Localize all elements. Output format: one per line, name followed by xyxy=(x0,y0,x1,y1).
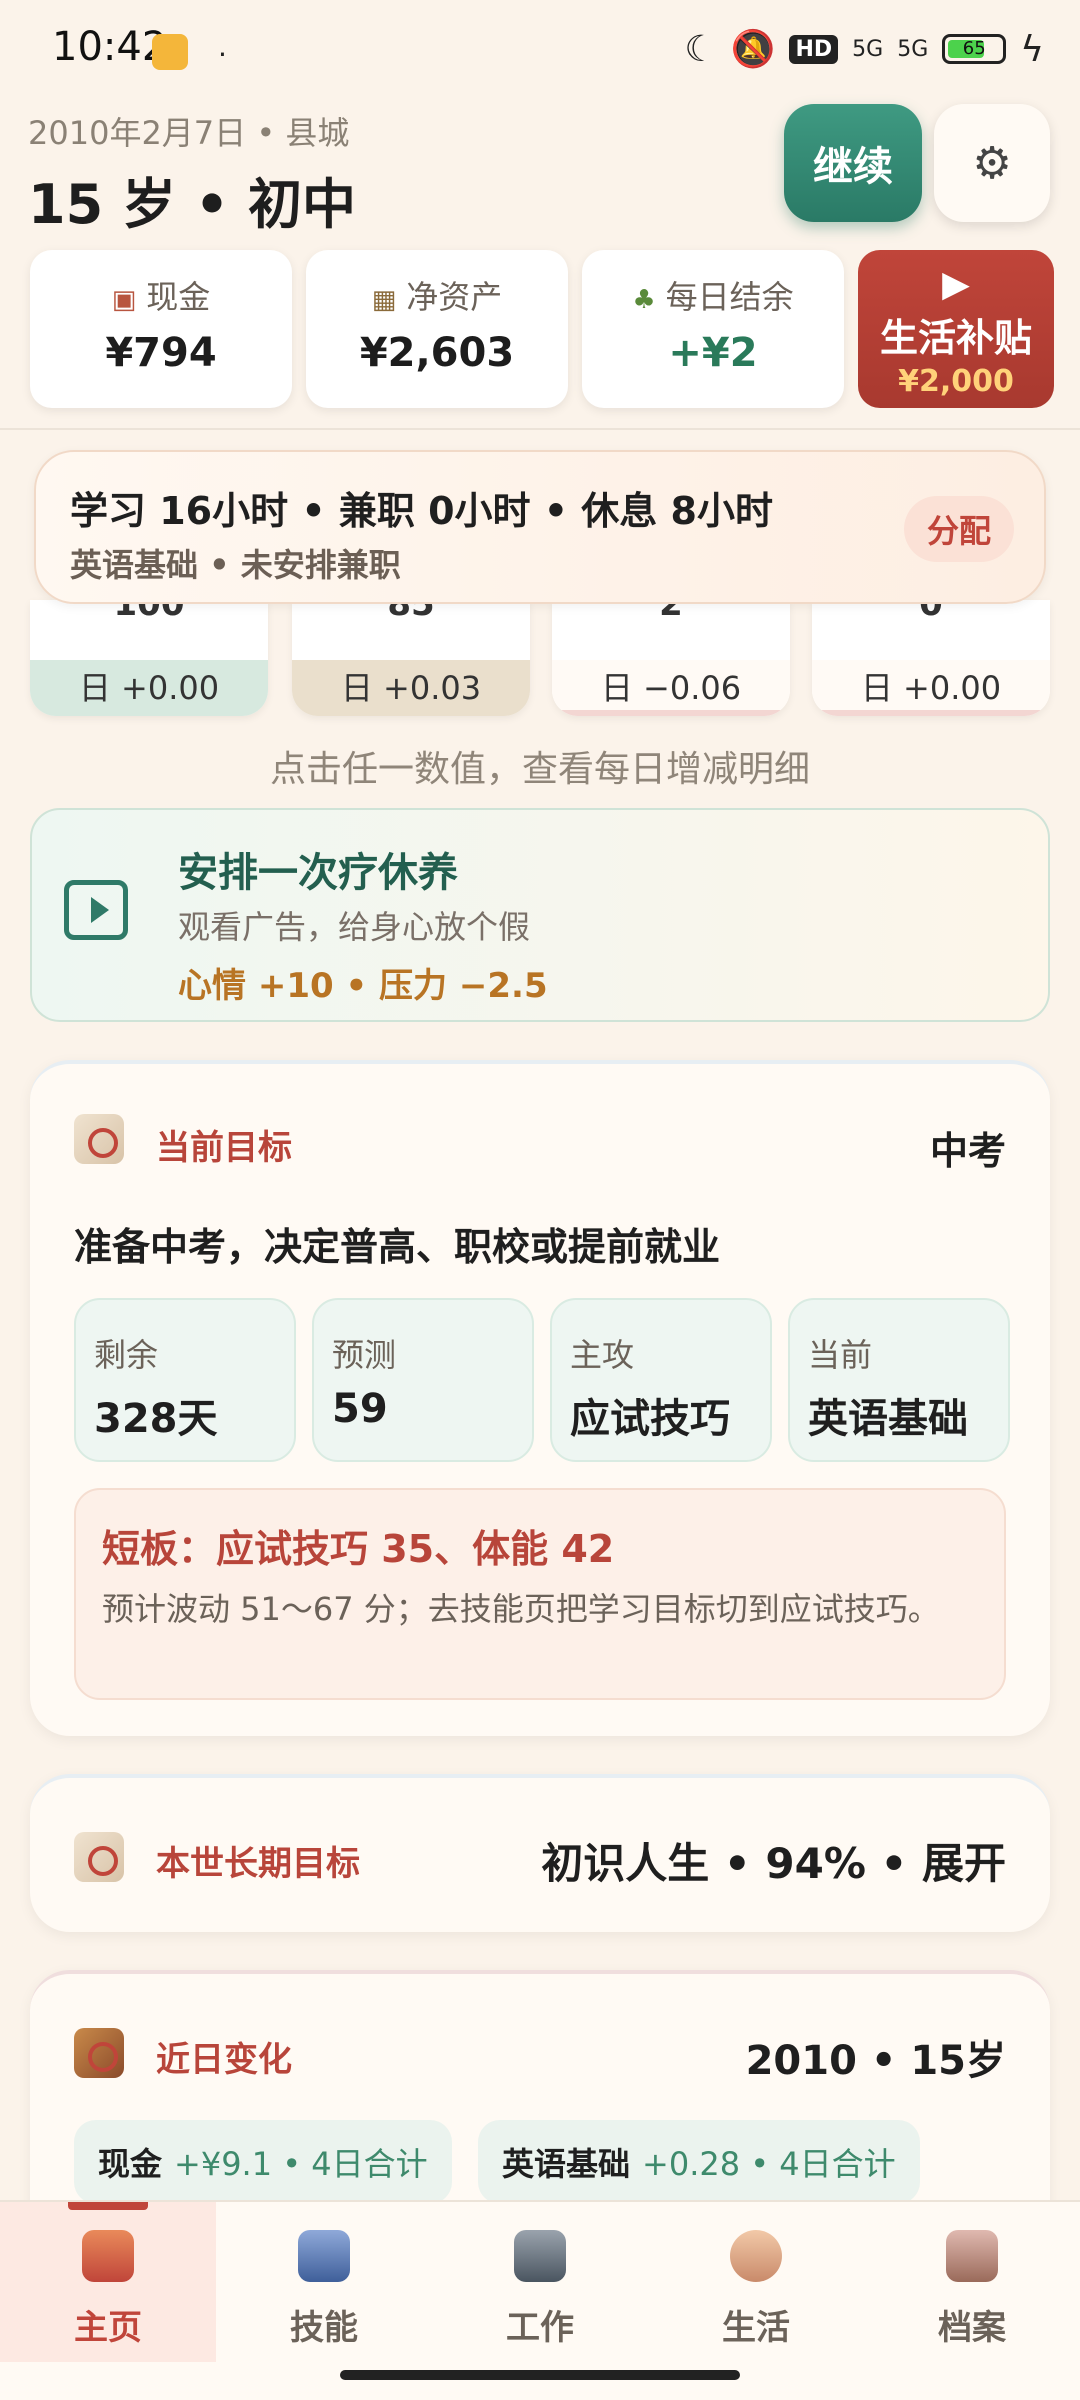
header-divider xyxy=(0,428,1080,430)
nav-skills[interactable]: 技能 xyxy=(216,2202,432,2362)
status-bar: 10:42 · ☾ 🔕 HD 5G 5G 65 ϟ xyxy=(0,0,1080,100)
archive-icon xyxy=(946,2230,998,2282)
gesture-home-bar[interactable] xyxy=(340,2370,740,2380)
stat-tile[interactable]: 2 日 −0.06 xyxy=(552,600,790,716)
rest-vacation-card[interactable]: 安排一次疗休养 观看广告，给身心放个假 心情 +10 • 压力 −2.5 xyxy=(30,808,1050,1022)
weakness-text: 预计波动 51～67 分；去技能页把学习目标切到应试技巧。 xyxy=(102,1590,940,1628)
briefcase-icon xyxy=(514,2230,566,2282)
home-icon xyxy=(82,2230,134,2282)
long-term-goal-label: 本世长期目标 xyxy=(156,1844,360,1884)
goal-exam: 中考 xyxy=(929,1129,1006,1173)
stats-hint: 点击任一数值，查看每日增减明细 xyxy=(269,749,810,790)
net-assets-card[interactable]: ▦ 净资产 ¥2,603 xyxy=(306,250,568,408)
subsidy-title: 生活补贴 xyxy=(879,316,1032,360)
settings-button[interactable]: ⚙ xyxy=(934,104,1050,222)
nav-archive[interactable]: 档案 xyxy=(864,2202,1080,2362)
battery-icon: 65 xyxy=(942,34,1007,64)
hd-icon: HD xyxy=(789,34,839,64)
status-time: 10:42 xyxy=(52,24,168,70)
living-subsidy-button[interactable]: ▶ 生活补贴 ¥2,000 xyxy=(858,250,1054,408)
nav-work[interactable]: 工作 xyxy=(432,2202,648,2362)
cash-label: 现金 xyxy=(146,278,211,316)
goal-description: 准备中考，决定普高、职校或提前就业 xyxy=(74,1225,721,1269)
notification-app-icon xyxy=(152,34,188,70)
change-chip[interactable]: 英语基础 +0.28 • 4日合计 xyxy=(478,2120,920,2204)
rest-title: 安排一次疗休养 xyxy=(178,850,458,896)
stat-tile[interactable]: 85 日 +0.03 xyxy=(292,600,530,716)
recent-changes-label: 近日变化 xyxy=(156,2040,292,2080)
age-stage-title: 15 岁 • 初中 xyxy=(28,173,357,236)
cash-card[interactable]: ▣ 现金 ¥794 xyxy=(30,250,292,408)
stat-tile[interactable]: 0 日 +0.00 xyxy=(812,600,1050,716)
time-allocation-banner[interactable]: 学习 16小时 • 兼职 0小时 • 休息 8小时 英语基础 • 未安排兼职 分… xyxy=(34,450,1046,604)
allocation-detail: 英语基础 • 未安排兼职 xyxy=(70,546,401,584)
video-icon: ▶ xyxy=(942,264,970,305)
signal-icon-2: 5G xyxy=(897,36,929,62)
stat-delta: 日 +0.00 xyxy=(812,660,1050,716)
target-notebook-icon xyxy=(74,1832,124,1882)
wallet-icon: ▣ xyxy=(111,285,137,315)
cash-value: ¥794 xyxy=(105,330,217,376)
signal-icon: 5G xyxy=(852,36,884,62)
rest-description: 观看广告，给身心放个假 xyxy=(178,908,531,946)
continue-button[interactable]: 继续 xyxy=(784,104,922,222)
nav-home[interactable]: 主页 xyxy=(0,2202,216,2362)
stat-delta: 日 +0.03 xyxy=(292,660,530,716)
nav-life[interactable]: 生活 xyxy=(648,2202,864,2362)
goal-tile-current: 当前 英语基础 xyxy=(788,1298,1010,1462)
net-assets-value: ¥2,603 xyxy=(359,330,515,376)
current-goal-label: 当前目标 xyxy=(156,1128,292,1168)
charging-icon: ϟ xyxy=(1020,28,1044,70)
journal-icon xyxy=(74,2028,124,2078)
gear-icon: ⚙ xyxy=(972,137,1012,189)
goal-tile-remaining: 剩余 328天 xyxy=(74,1298,296,1462)
sprout-icon: ♣ xyxy=(632,285,656,315)
weakness-title: 短板：应试技巧 35、体能 42 xyxy=(102,1527,615,1571)
person-icon xyxy=(730,2230,782,2282)
allocate-button[interactable]: 分配 xyxy=(904,496,1014,562)
long-term-goal-card[interactable]: 本世长期目标 初识人生 • 94% • 展开 xyxy=(30,1774,1050,1932)
goal-tile-forecast: 预测 59 xyxy=(312,1298,534,1462)
goal-tile-focus: 主攻 应试技巧 xyxy=(550,1298,772,1462)
rest-effect: 心情 +10 • 压力 −2.5 xyxy=(178,966,548,1006)
daily-balance-card[interactable]: ♣ 每日结余 +¥2 xyxy=(582,250,844,408)
stat-tile[interactable]: 100 日 +0.00 xyxy=(30,600,268,716)
building-icon: ▦ xyxy=(371,285,397,315)
date-location: 2010年2月7日 • 县城 xyxy=(28,114,350,152)
subsidy-amount: ¥2,000 xyxy=(898,364,1014,399)
moon-icon: ☾ xyxy=(684,28,717,70)
target-notebook-icon xyxy=(74,1114,124,1164)
weakness-box: 短板：应试技巧 35、体能 42 预计波动 51～67 分；去技能页把学习目标切… xyxy=(74,1488,1006,1700)
current-goal-card: 当前目标 中考 准备中考，决定普高、职校或提前就业 剩余 328天 预测 59 … xyxy=(30,1060,1050,1736)
status-dot: · xyxy=(218,38,227,71)
mute-bell-icon: 🔕 xyxy=(730,29,776,70)
long-term-summary[interactable]: 初识人生 • 94% • 展开 xyxy=(541,1830,1006,1891)
recent-summary: 2010 • 15岁 xyxy=(745,2038,1006,2084)
net-assets-label: 净资产 xyxy=(406,278,503,316)
allocation-summary: 学习 16小时 • 兼职 0小时 • 休息 8小时 xyxy=(70,489,773,533)
change-chip[interactable]: 现金 +¥9.1 • 4日合计 xyxy=(74,2120,452,2204)
book-icon xyxy=(298,2230,350,2282)
stat-delta: 日 +0.00 xyxy=(30,660,268,716)
status-icons: ☾ 🔕 HD 5G 5G 65 ϟ xyxy=(684,28,1044,71)
stat-delta: 日 −0.06 xyxy=(552,660,790,716)
daily-balance-value: +¥2 xyxy=(668,330,758,376)
video-icon xyxy=(64,880,128,940)
daily-balance-label: 每日结余 xyxy=(665,278,794,316)
